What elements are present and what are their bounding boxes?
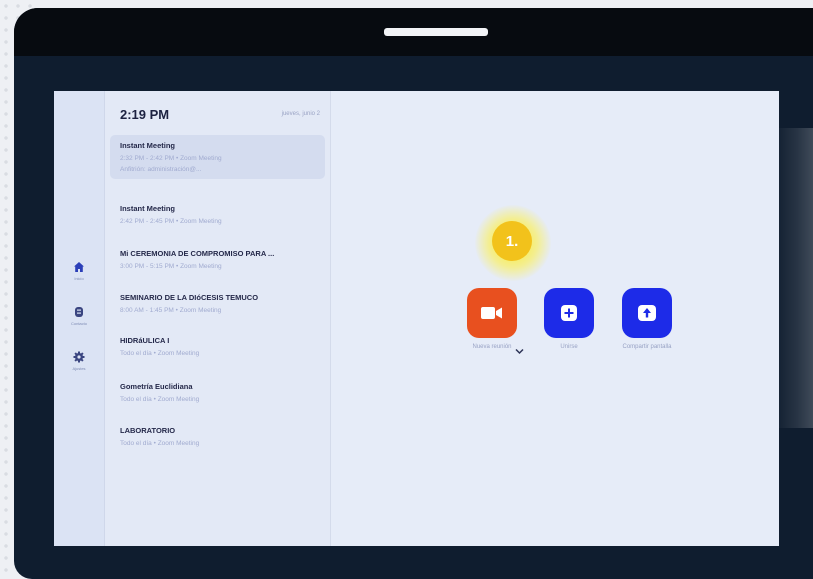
meeting-title: Mi CEREMONIA DE COMPROMISO PARA ... xyxy=(120,249,275,258)
step-marker: 1. xyxy=(492,221,532,261)
meeting-subtitle: Todo el día • Zoom Meeting xyxy=(120,350,200,357)
meeting-item[interactable]: SEMINARIO DE LA DIóCESIS TEMUCO 8:00 AM … xyxy=(110,287,325,320)
new-meeting-options-button[interactable] xyxy=(515,342,524,360)
meeting-title: Instant Meeting xyxy=(120,141,176,150)
join-label: Unirse xyxy=(560,344,578,350)
meeting-item[interactable]: LABORATORIO Todo el día • Zoom Meeting xyxy=(110,420,325,453)
zoom-room-screen: Inicio Contacto Ajustes 2:19 PM jueves, … xyxy=(54,91,779,546)
device-top-bezel xyxy=(14,8,813,56)
meeting-item[interactable]: Gometría Euclidiana Todo el día • Zoom M… xyxy=(110,376,325,409)
meeting-subtitle: 3:00 PM - 5:15 PM • Zoom Meeting xyxy=(120,263,222,270)
rail-item-contacts[interactable]: Contacto xyxy=(54,306,104,326)
meeting-subtitle: 2:32 PM - 2:42 PM • Zoom Meeting xyxy=(120,155,222,162)
meeting-title: LABORATORIO xyxy=(120,426,176,435)
rail-item-settings[interactable]: Ajustes xyxy=(54,351,104,371)
meeting-item[interactable]: Instant Meeting 2:42 PM - 2:45 PM • Zoom… xyxy=(110,198,325,231)
main-actions-area: 1. Nueva reunión Unirse Compartir pantal… xyxy=(331,91,779,546)
share-screen-label: Compartir pantalla xyxy=(622,344,672,350)
chevron-down-icon xyxy=(515,348,524,355)
rail-item-label: Contacto xyxy=(70,321,87,326)
device-top-bar xyxy=(384,28,488,36)
meeting-subtitle: Todo el día • Zoom Meeting xyxy=(120,396,200,403)
meeting-subtitle: 2:42 PM - 2:45 PM • Zoom Meeting xyxy=(120,218,222,225)
navigation-rail: Inicio Contacto Ajustes xyxy=(54,91,105,546)
contacts-icon xyxy=(75,307,83,317)
meeting-subtitle: Todo el día • Zoom Meeting xyxy=(120,440,200,447)
rail-item-home[interactable]: Inicio xyxy=(54,261,104,281)
rail-item-label: Ajustes xyxy=(72,366,86,371)
device-reflection xyxy=(773,128,813,428)
video-camera-icon xyxy=(481,307,502,319)
meeting-title: HIDRáULICA I xyxy=(120,336,170,345)
gear-icon xyxy=(73,351,85,363)
rail-item-label: Inicio xyxy=(74,276,84,281)
meeting-subtitle: 8:00 AM - 1:45 PM • Zoom Meeting xyxy=(120,307,222,314)
meeting-title: Instant Meeting xyxy=(120,204,176,213)
current-date: jueves, junio 2 xyxy=(281,111,320,117)
meeting-title: SEMINARIO DE LA DIóCESIS TEMUCO xyxy=(120,293,259,302)
current-time: 2:19 PM xyxy=(120,107,170,122)
meeting-list-panel: 2:19 PM jueves, junio 2 Instant Meeting … xyxy=(105,91,331,546)
meeting-item[interactable]: HIDRáULICA I Todo el día • Zoom Meeting xyxy=(110,330,325,363)
meeting-item[interactable]: Instant Meeting 2:32 PM - 2:42 PM • Zoom… xyxy=(110,135,325,179)
meeting-item[interactable]: Mi CEREMONIA DE COMPROMISO PARA ... 3:00… xyxy=(110,243,325,276)
join-button[interactable] xyxy=(544,288,594,338)
share-screen-button[interactable] xyxy=(622,288,672,338)
meeting-title: Gometría Euclidiana xyxy=(120,382,193,391)
new-meeting-label: Nueva reunión xyxy=(472,344,512,350)
tablet-device: Inicio Contacto Ajustes 2:19 PM jueves, … xyxy=(14,8,813,579)
home-icon xyxy=(74,262,84,272)
new-meeting-button[interactable] xyxy=(467,288,517,338)
upload-arrow-icon xyxy=(638,305,656,321)
meeting-host: Anfitrión: administración@... xyxy=(120,166,202,173)
plus-icon xyxy=(561,305,577,321)
